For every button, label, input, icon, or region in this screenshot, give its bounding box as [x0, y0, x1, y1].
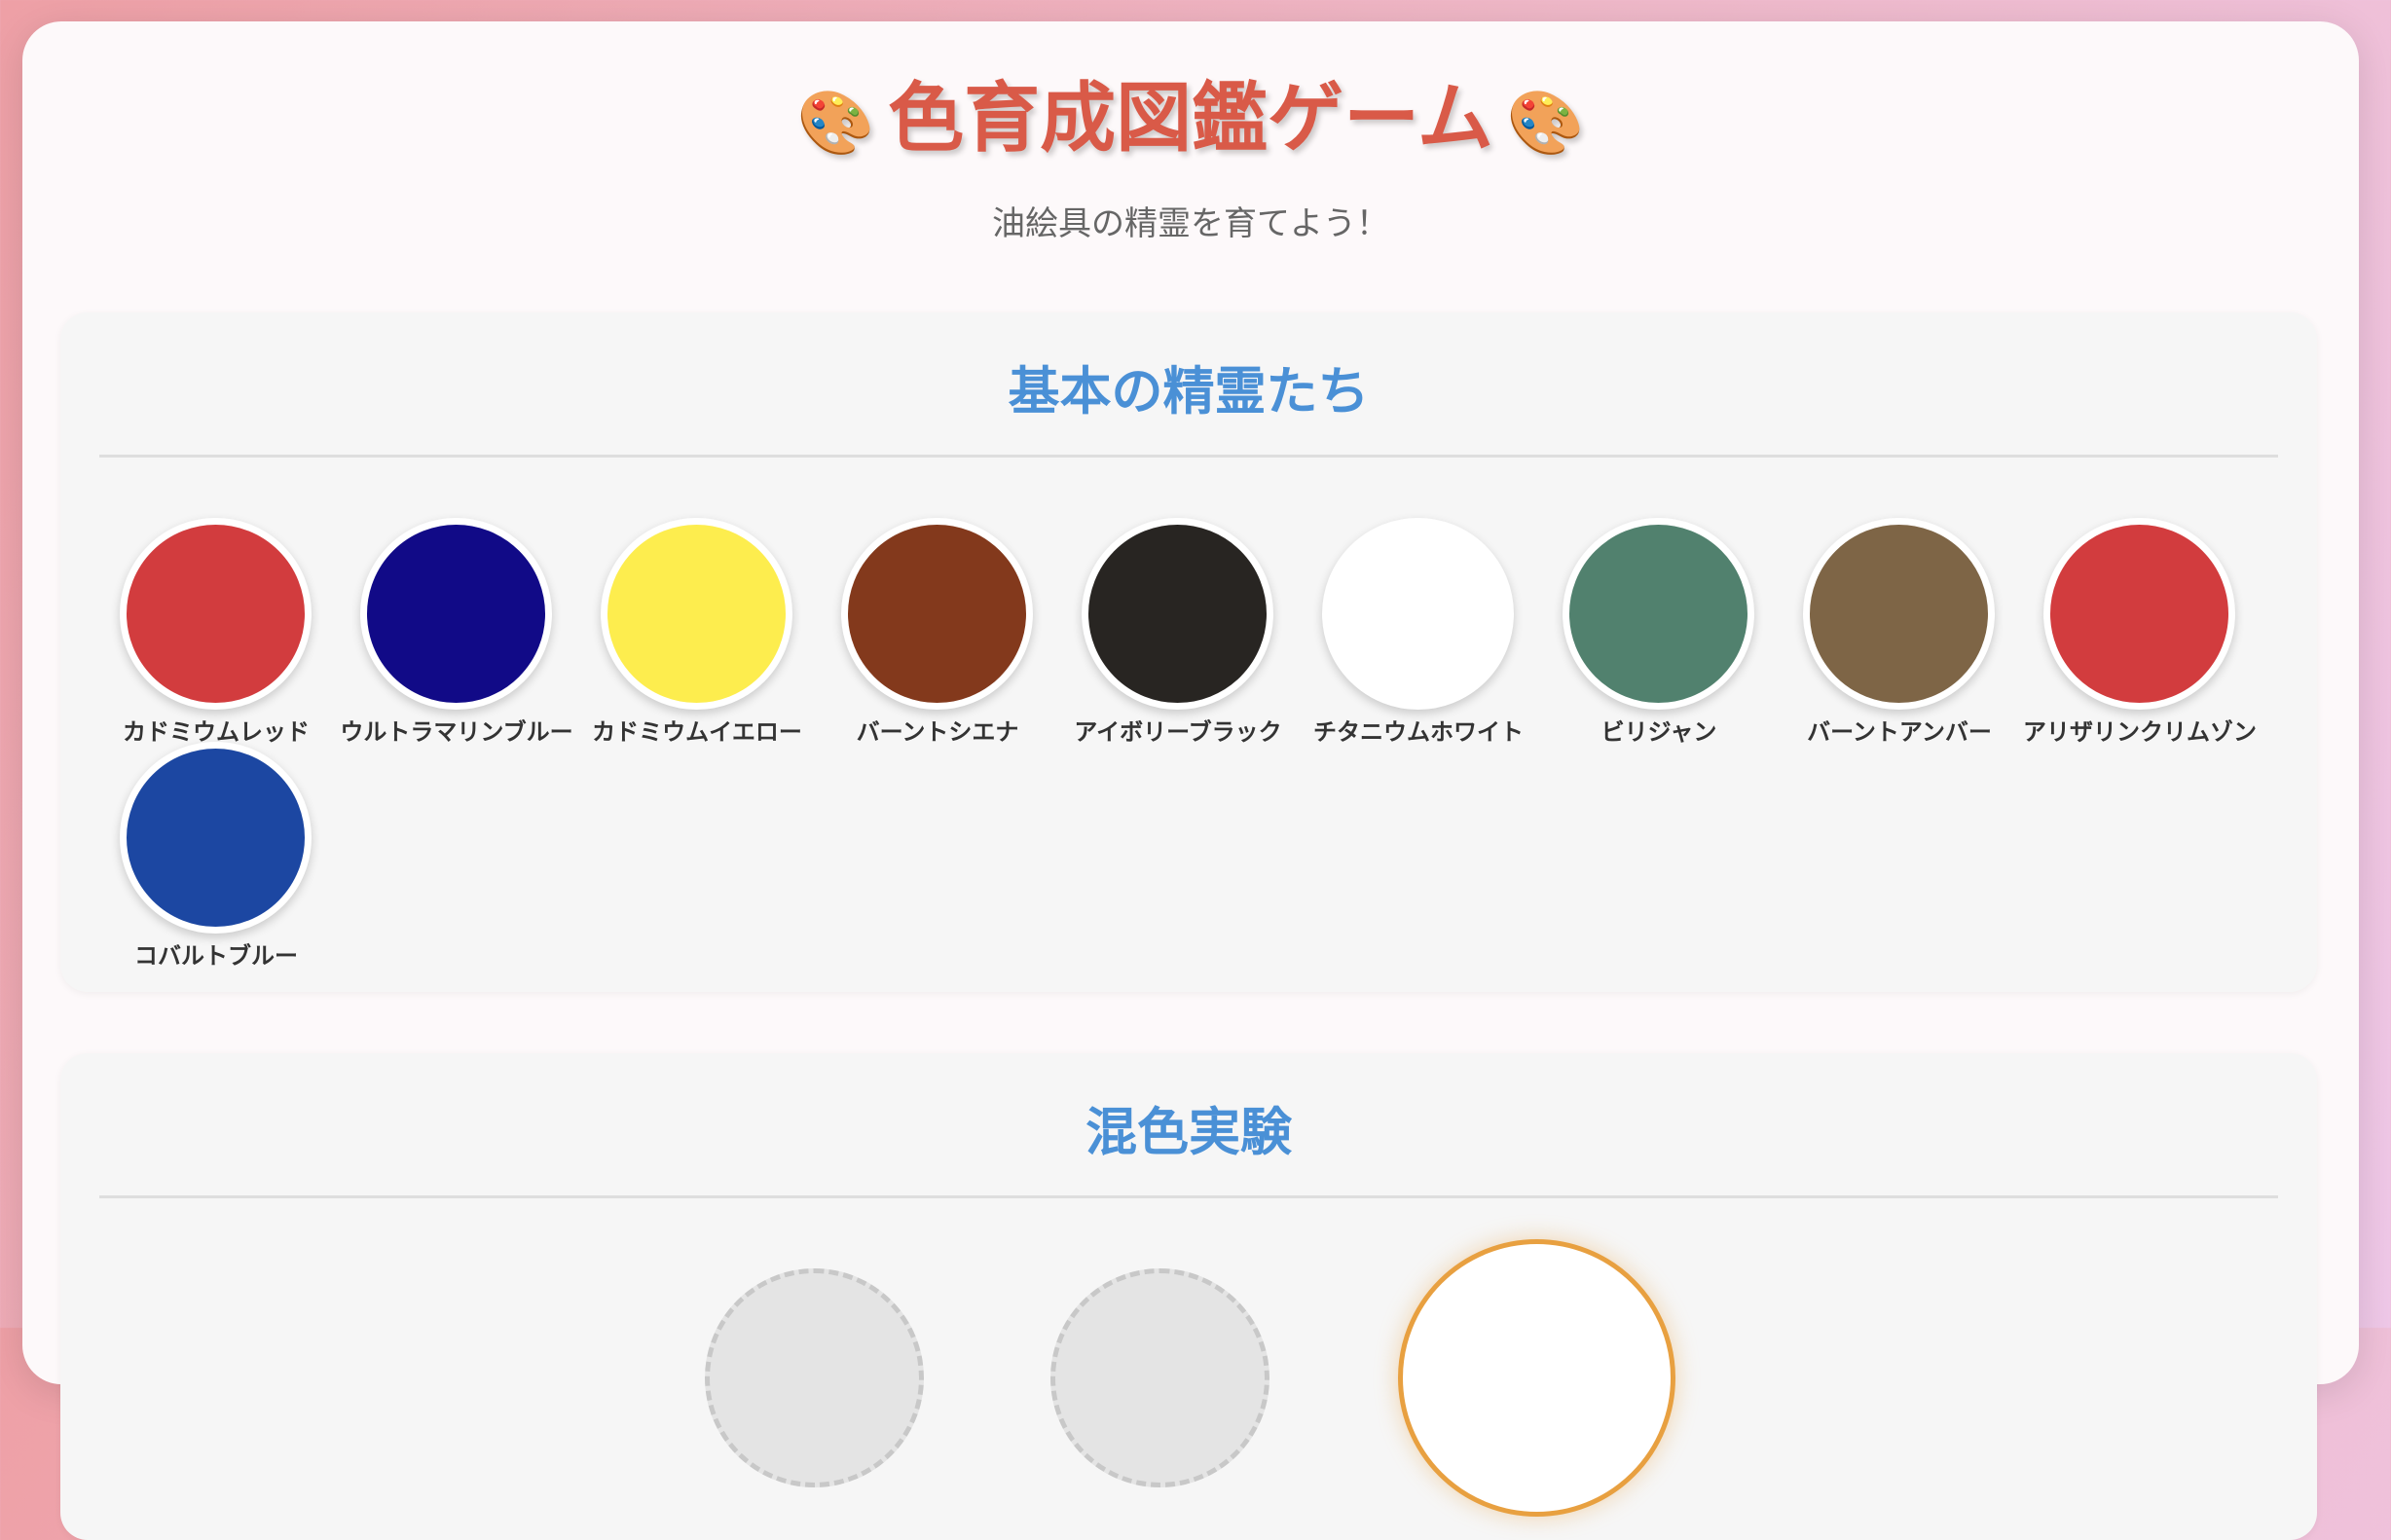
spirit-color-swatch[interactable]: [1563, 518, 1754, 710]
spirit-color-swatch[interactable]: [2043, 518, 2235, 710]
spirit-name: バーントシエナ: [856, 718, 1019, 746]
mix-result[interactable]: [1398, 1239, 1675, 1517]
spirit-item[interactable]: バーントアンバー: [1778, 518, 2021, 761]
palette-icon: 🎨: [796, 87, 875, 160]
spirit-name: アイボリーブラック: [1074, 718, 1282, 746]
spirit-item[interactable]: ウルトラマリンブルー: [335, 518, 578, 761]
spirit-color-swatch[interactable]: [120, 742, 312, 934]
spirit-color-swatch[interactable]: [360, 518, 552, 710]
spirit-name: バーントアンバー: [1807, 718, 1992, 746]
subtitle: 油絵具の精霊を育てよう！: [992, 204, 1389, 243]
spirit-item[interactable]: アリザリンクリムゾン: [2018, 518, 2262, 761]
spirit-item[interactable]: コバルトブルー: [94, 742, 338, 985]
spirit-color-swatch[interactable]: [120, 518, 312, 710]
title-text: 色育成図鑑ゲーム: [888, 75, 1493, 163]
spirit-color-swatch[interactable]: [601, 518, 792, 710]
page-title: 🎨 色育成図鑑ゲーム 🎨: [22, 80, 2359, 163]
spirit-item[interactable]: アイボリーブラック: [1056, 518, 1300, 761]
spirit-color-swatch[interactable]: [1803, 518, 1995, 710]
spirit-name: ビリジャン: [1600, 718, 1717, 746]
mix-slot-1[interactable]: [705, 1268, 924, 1487]
section-heading: 基本の精霊たち: [1008, 362, 1370, 422]
main-card: 🎨 色育成図鑑ゲーム 🎨 油絵具の精霊を育てよう！ 基本の精霊たち カドミウムレッド…: [22, 21, 2359, 1540]
spirit-name: カドミウムイエロー: [592, 718, 802, 746]
divider: [99, 1195, 2278, 1198]
spirit-color-swatch[interactable]: [1322, 518, 1514, 710]
divider: [99, 455, 2278, 458]
spirit-item[interactable]: ビリジャン: [1537, 518, 1781, 761]
spirit-color-swatch[interactable]: [841, 518, 1033, 710]
basic-spirits-section: 基本の精霊たち カドミウムレッド ウルトラマリンブルー カドミウムイエロー バーントシ…: [60, 312, 2317, 992]
spirit-item[interactable]: チタニウムホワイト: [1297, 518, 1540, 761]
mixing-section: 混色実験: [60, 1053, 2317, 1540]
section-heading: 混色実験: [1085, 1103, 1292, 1162]
palette-icon: 🎨: [1506, 87, 1585, 160]
spirit-name: ウルトラマリンブルー: [340, 718, 573, 746]
spirit-item[interactable]: カドミウムレッド: [94, 518, 338, 761]
spirit-item[interactable]: バーントシエナ: [816, 518, 1059, 761]
spirit-item[interactable]: カドミウムイエロー: [575, 518, 819, 761]
spirit-name: アリザリンクリムゾン: [2023, 718, 2257, 746]
spirit-name: コバルトブルー: [134, 942, 298, 970]
mix-slot-2[interactable]: [1050, 1268, 1269, 1487]
spirit-color-swatch[interactable]: [1082, 518, 1273, 710]
spirit-name: チタニウムホワイト: [1313, 718, 1524, 746]
